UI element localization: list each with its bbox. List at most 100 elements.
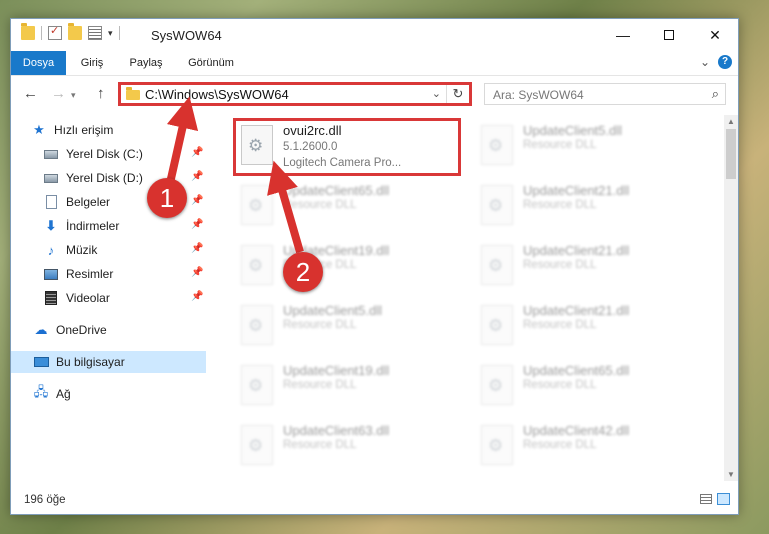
- sidebar-item-music[interactable]: ♪ Müzik 📌: [43, 239, 206, 261]
- download-icon: ⬇: [45, 218, 57, 233]
- folder-icon: [126, 87, 140, 100]
- customize-toolbar-icon[interactable]: ▾: [108, 28, 113, 39]
- sidebar-item-downloads[interactable]: ⬇ İndirmeler 📌: [43, 215, 206, 237]
- forward-arrow-icon[interactable]: →: [51, 85, 66, 102]
- tiles-view-icon[interactable]: [717, 493, 730, 505]
- video-icon: [43, 291, 59, 305]
- file-name: UpdateClient5.dll: [523, 123, 623, 138]
- network-icon: 🖧: [33, 384, 49, 399]
- file-tile[interactable]: ⚙ UpdateClient19.dll Resource DLL: [231, 237, 461, 293]
- maximize-icon: [664, 30, 674, 40]
- highlight-box: [233, 118, 461, 176]
- properties-check-icon[interactable]: [48, 24, 62, 40]
- file-description: Resource DLL: [523, 199, 597, 211]
- pin-icon[interactable]: 📌: [191, 243, 203, 254]
- chevron-down-icon[interactable]: ⌄: [432, 87, 441, 100]
- search-placeholder: Ara: SysWOW64: [493, 88, 584, 102]
- file-name: UpdateClient5.dll: [283, 303, 383, 318]
- file-description: Resource DLL: [523, 319, 597, 331]
- file-tile[interactable]: ⚙ UpdateClient65.dll Resource DLL: [231, 177, 461, 233]
- maximize-button[interactable]: [646, 19, 692, 51]
- sidebar-item-label: Belgeler: [66, 195, 111, 209]
- address-bar[interactable]: C:\Windows\SysWOW64 ⌄ ↻: [118, 82, 472, 106]
- tab-share[interactable]: Paylaş: [123, 51, 169, 75]
- sidebar-item-videos[interactable]: Videolar 📌: [43, 287, 206, 309]
- sidebar-item-onedrive[interactable]: ☁ OneDrive: [33, 319, 206, 341]
- vertical-scrollbar[interactable]: ▲ ▼: [724, 115, 738, 481]
- file-tile[interactable]: ⚙ UpdateClient19.dll Resource DLL: [231, 357, 461, 413]
- up-arrow-icon[interactable]: ↑: [97, 85, 105, 102]
- dll-file-icon: ⚙: [241, 425, 273, 465]
- search-icon[interactable]: ⌕: [712, 86, 719, 102]
- pin-icon[interactable]: 📌: [191, 171, 203, 182]
- navigation-bar: ← → ▾ ↑ C:\Windows\SysWOW64 ⌄ ↻ Ara: Sys…: [11, 76, 738, 112]
- file-tile[interactable]: ⚙ UpdateClient5.dll Resource DLL: [471, 117, 701, 173]
- scroll-down-icon[interactable]: ▼: [727, 470, 735, 479]
- annotation-badge-2: 2: [283, 252, 323, 292]
- scrollbar-thumb[interactable]: [726, 129, 736, 179]
- item-count: 196 öğe: [24, 494, 66, 506]
- file-name: UpdateClient19.dll: [283, 363, 390, 378]
- title-bar: ▾ SysWOW64 — ✕: [11, 19, 738, 51]
- file-tile[interactable]: ⚙ UpdateClient21.dll Resource DLL: [471, 177, 701, 233]
- file-tile[interactable]: ⚙ UpdateClient21.dll Resource DLL: [471, 237, 701, 293]
- sidebar-item-pictures[interactable]: Resimler 📌: [43, 263, 206, 285]
- sidebar-item-label: OneDrive: [56, 323, 107, 337]
- help-icon[interactable]: ?: [718, 55, 732, 69]
- file-tile[interactable]: ⚙ UpdateClient42.dll Resource DLL: [471, 417, 701, 473]
- explorer-window: ▾ SysWOW64 — ✕ Dosya Giriş Paylaş Görünü…: [10, 18, 739, 515]
- cloud-icon: ☁: [34, 322, 48, 337]
- minimize-icon: —: [616, 27, 630, 43]
- file-tile[interactable]: ⚙ UpdateClient63.dll Resource DLL: [231, 417, 461, 473]
- file-tile[interactable]: ⚙ UpdateClient5.dll Resource DLL: [231, 297, 461, 353]
- refresh-icon[interactable]: ↻: [446, 85, 469, 103]
- pin-icon[interactable]: 📌: [191, 219, 203, 230]
- status-bar: 196 öğe: [11, 486, 738, 514]
- picture-icon: [43, 267, 59, 281]
- pin-icon[interactable]: 📌: [191, 291, 203, 302]
- pin-icon[interactable]: 📌: [191, 267, 203, 278]
- file-name: UpdateClient42.dll: [523, 423, 630, 438]
- toolbar-divider: [41, 26, 42, 40]
- details-view-icon[interactable]: [700, 494, 712, 504]
- tab-home[interactable]: Giriş: [71, 51, 113, 75]
- disk-icon: [43, 171, 59, 185]
- music-icon: ♪: [47, 242, 55, 258]
- sidebar-item-label: Videolar: [66, 291, 110, 305]
- ribbon-tabs: Dosya Giriş Paylaş Görünüm ⌄ ?: [11, 51, 738, 76]
- dll-file-icon: ⚙: [481, 425, 513, 465]
- new-folder-icon[interactable]: [68, 23, 82, 40]
- minimize-button[interactable]: —: [600, 19, 646, 51]
- pin-icon[interactable]: 📌: [191, 195, 203, 206]
- dll-file-icon: ⚙: [481, 185, 513, 225]
- file-tile[interactable]: ⚙ UpdateClient21.dll Resource DLL: [471, 297, 701, 353]
- star-icon: ★: [33, 122, 45, 137]
- search-input[interactable]: Ara: SysWOW64 ⌕: [484, 83, 726, 105]
- view-options-icon[interactable]: [88, 26, 102, 40]
- scroll-up-icon[interactable]: ▲: [727, 117, 735, 126]
- sidebar-item-network[interactable]: 🖧 Ağ: [33, 383, 206, 405]
- dll-file-icon: ⚙: [481, 245, 513, 285]
- sidebar-item-quick-access[interactable]: ★ Hızlı erişim: [31, 119, 206, 141]
- dll-file-icon: ⚙: [241, 185, 273, 225]
- recent-locations-icon[interactable]: ▾: [71, 90, 76, 101]
- file-tile[interactable]: ⚙ UpdateClient65.dll Resource DLL: [471, 357, 701, 413]
- close-button[interactable]: ✕: [692, 19, 738, 51]
- dll-file-icon: ⚙: [241, 365, 273, 405]
- quick-access-toolbar: ▾: [21, 23, 120, 40]
- sidebar-item-label: Yerel Disk (C:): [66, 147, 143, 161]
- toolbar-divider: [118, 26, 120, 40]
- tab-view[interactable]: Görünüm: [181, 51, 241, 75]
- address-path[interactable]: C:\Windows\SysWOW64: [145, 87, 289, 102]
- file-description: Resource DLL: [523, 439, 597, 451]
- pin-icon[interactable]: 📌: [191, 147, 203, 158]
- dll-file-icon: ⚙: [481, 305, 513, 345]
- file-description: Resource DLL: [283, 379, 357, 391]
- tab-file[interactable]: Dosya: [11, 51, 66, 75]
- folder-icon[interactable]: [21, 23, 35, 40]
- dll-file-icon: ⚙: [241, 305, 273, 345]
- back-arrow-icon[interactable]: ←: [23, 85, 38, 102]
- sidebar-item-this-pc[interactable]: Bu bilgisayar: [11, 351, 206, 373]
- sidebar-item-disk-c[interactable]: Yerel Disk (C:) 📌: [43, 143, 206, 165]
- expand-ribbon-icon[interactable]: ⌄: [700, 55, 710, 69]
